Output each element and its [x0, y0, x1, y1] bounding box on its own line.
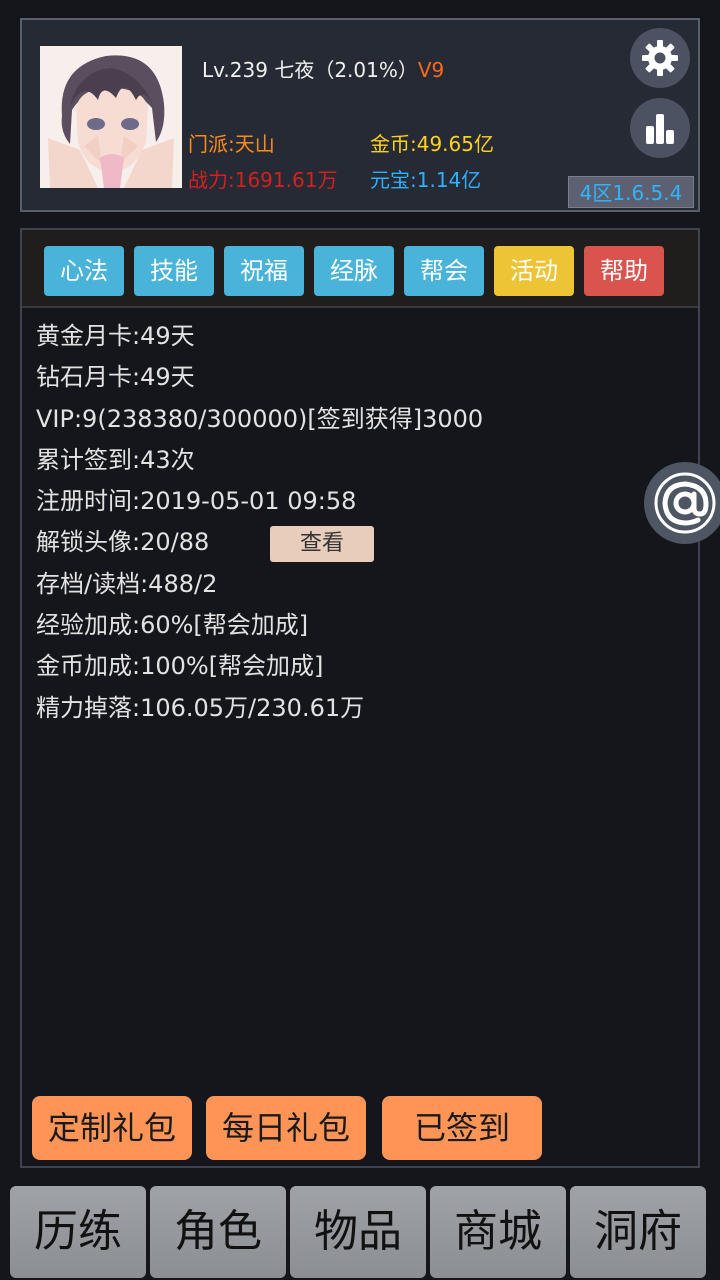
- daily-gift-button[interactable]: 每日礼包: [206, 1096, 366, 1160]
- tab-blessing[interactable]: 祝福: [224, 246, 304, 296]
- nav-shop[interactable]: 商城: [430, 1186, 566, 1278]
- avatar-portrait: [40, 46, 182, 188]
- nav-items[interactable]: 物品: [290, 1186, 426, 1278]
- tab-events[interactable]: 活动: [494, 246, 574, 296]
- tab-help[interactable]: 帮助: [584, 246, 664, 296]
- custom-gift-button[interactable]: 定制礼包: [32, 1096, 192, 1160]
- feature-tabs: 心法 技能 祝福 经脉 帮会 活动 帮助: [22, 230, 698, 308]
- diamond-card-row: 钻石月卡:49天: [36, 363, 195, 392]
- gold-card-row: 黄金月卡:49天: [36, 322, 195, 350]
- vip-badge: V9: [417, 58, 445, 82]
- avatar-unlock-row: 解锁头像:20/88 查看: [36, 522, 686, 563]
- bottom-nav: 历练 角色 物品 商城 洞府: [0, 1178, 720, 1280]
- server-badge: 4区1.6.5.4: [568, 176, 694, 208]
- at-icon: [654, 472, 716, 534]
- yuanbao-label: 元宝:1.14亿: [370, 168, 482, 192]
- nav-character[interactable]: 角色: [150, 1186, 286, 1278]
- energy-drop-row: 精力掉落:106.05万/230.61万: [36, 693, 365, 722]
- saves-row: 存档/读档:488/2: [36, 569, 218, 598]
- nav-training[interactable]: 历练: [10, 1186, 146, 1278]
- tab-xinfa[interactable]: 心法: [44, 246, 124, 296]
- settings-button[interactable]: [630, 28, 690, 88]
- checkin-row: 累计签到:43次: [36, 445, 195, 474]
- player-header: Lv.239 七夜（2.01%）V9 门派:天山 战力:1691.61万 金币:…: [20, 18, 700, 212]
- register-row: 注册时间:2019-05-01 09:58: [36, 487, 357, 516]
- info-panel: 心法 技能 祝福 经脉 帮会 活动 帮助 黄金月卡:49天 钻石月卡:49天 V…: [20, 228, 700, 1168]
- view-avatars-button[interactable]: 查看: [270, 526, 374, 563]
- gold-label: 金币:49.65亿: [370, 132, 494, 156]
- level-line: Lv.239 七夜（2.01%）V9: [202, 54, 444, 83]
- info-list: 黄金月卡:49天 钻石月卡:49天 VIP:9(238380/300000)[签…: [36, 316, 686, 729]
- nav-cave[interactable]: 洞府: [570, 1186, 706, 1278]
- vip-row: VIP:9(238380/300000)[签到获得]3000: [36, 404, 484, 433]
- bar-chart-icon: [646, 114, 674, 144]
- tab-skills[interactable]: 技能: [134, 246, 214, 296]
- mention-button[interactable]: [644, 462, 720, 544]
- power-label: 战力:1691.61万: [188, 168, 338, 192]
- gold-bonus-row: 金币加成:100%[帮会加成]: [36, 652, 324, 681]
- signed-in-button[interactable]: 已签到: [382, 1096, 542, 1160]
- tab-guild[interactable]: 帮会: [404, 246, 484, 296]
- gear-icon: [642, 40, 678, 76]
- sect-label: 门派:天山: [188, 132, 275, 156]
- tab-meridian[interactable]: 经脉: [314, 246, 394, 296]
- ranking-button[interactable]: [630, 98, 690, 158]
- player-avatar[interactable]: [40, 46, 182, 188]
- level-name: Lv.239 七夜（2.01%）: [202, 58, 418, 82]
- avatar-unlock-text: 解锁头像:20/88: [36, 528, 210, 557]
- exp-bonus-row: 经验加成:60%[帮会加成]: [36, 611, 309, 640]
